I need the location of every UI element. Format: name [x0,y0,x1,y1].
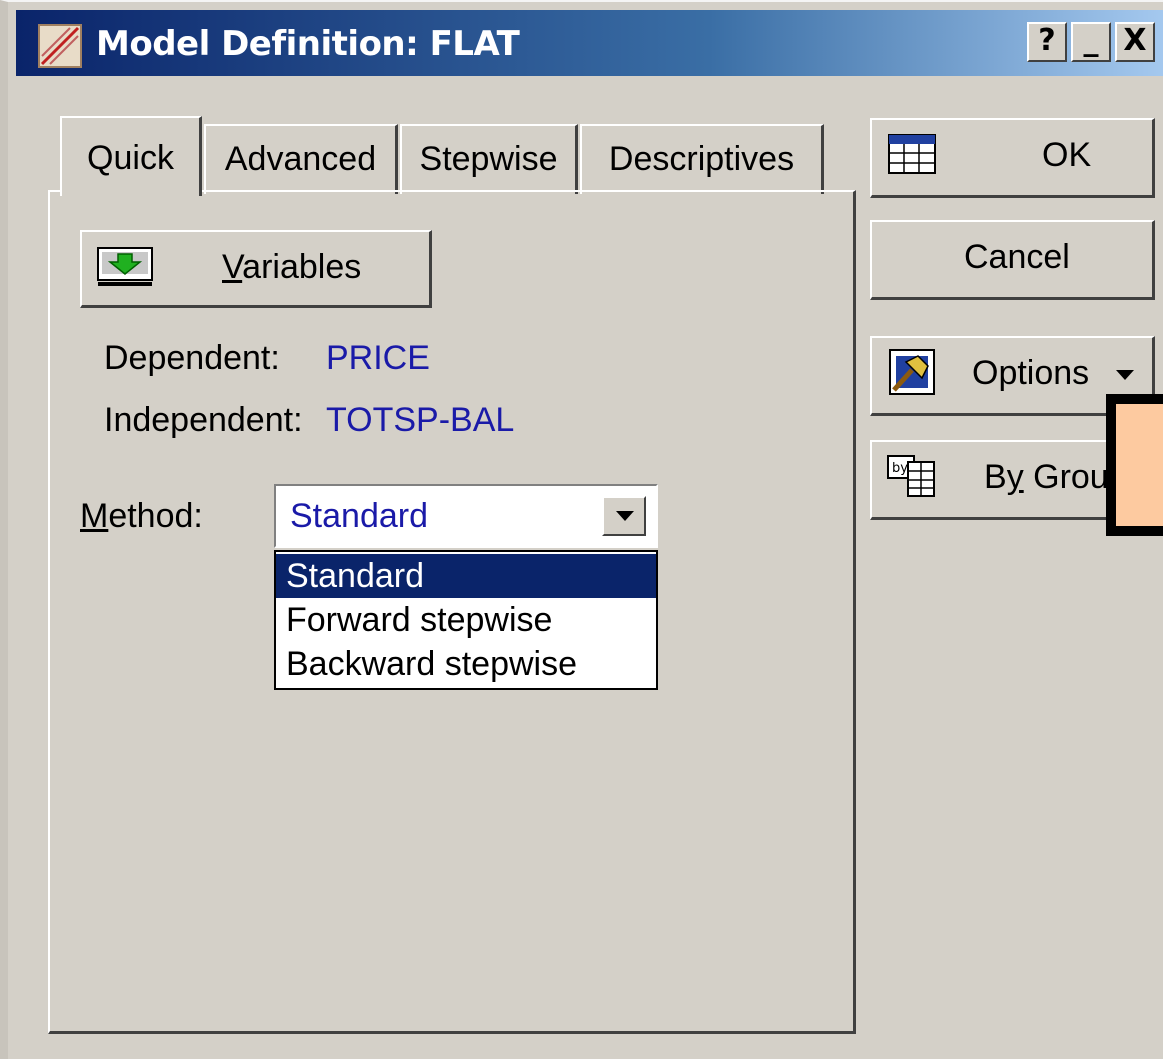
by-group-label-pre: B [984,458,1007,496]
chevron-down-icon[interactable] [602,496,646,536]
by-group-label-post: Grou [1023,458,1109,496]
model-definition-dialog: Model Definition: FLAT ? _ X Quick Advan… [0,0,1163,1059]
tab-stepwise[interactable]: Stepwise [400,124,578,194]
help-button[interactable]: ? [1027,22,1067,62]
variables-button[interactable]: Variables [80,230,432,308]
model-definition-icon [38,24,82,68]
svg-text:by: by [892,461,908,476]
ok-button[interactable]: OK [870,118,1155,198]
variables-label: ariables [242,248,362,286]
method-option-standard[interactable]: Standard [276,554,656,598]
method-mnemonic: M [80,497,109,535]
tab-descriptives[interactable]: Descriptives [580,124,824,194]
ok-label: OK [1042,136,1092,174]
method-label-rest: ethod: [108,497,203,535]
title-bar[interactable]: Model Definition: FLAT ? _ X [16,10,1163,76]
options-label: Options [972,354,1090,392]
cancel-label: Cancel [964,238,1070,276]
hammer-icon [889,349,935,395]
by-group-mnemonic: y [1006,458,1024,496]
close-button[interactable]: X [1115,22,1155,62]
method-selected-value: Standard [290,497,428,535]
window-title: Model Definition: FLAT [96,24,520,64]
spreadsheet-icon [888,134,936,174]
method-select[interactable]: Standard [274,484,658,548]
variables-icon [97,247,153,286]
method-label: Method: [80,494,203,538]
variables-mnemonic: V [222,248,243,286]
tab-quick[interactable]: Quick [60,116,202,196]
method-option-backward-stepwise[interactable]: Backward stepwise [276,642,656,686]
method-option-forward-stepwise[interactable]: Forward stepwise [276,598,656,642]
independent-label: Independent: [104,401,303,439]
by-group-icon: by [887,455,935,497]
minimize-button[interactable]: _ [1071,22,1111,62]
method-dropdown-list: Standard Forward stepwise Backward stepw… [274,550,658,690]
independent-value: TOTSP-BAL [326,401,515,439]
dropdown-arrow-icon [1116,370,1134,380]
dependent-value: PRICE [326,339,430,377]
dependent-label: Dependent: [104,339,280,377]
tab-advanced[interactable]: Advanced [204,124,398,194]
highlight-annotation-box [1106,394,1163,536]
cancel-button[interactable]: Cancel [870,220,1155,300]
